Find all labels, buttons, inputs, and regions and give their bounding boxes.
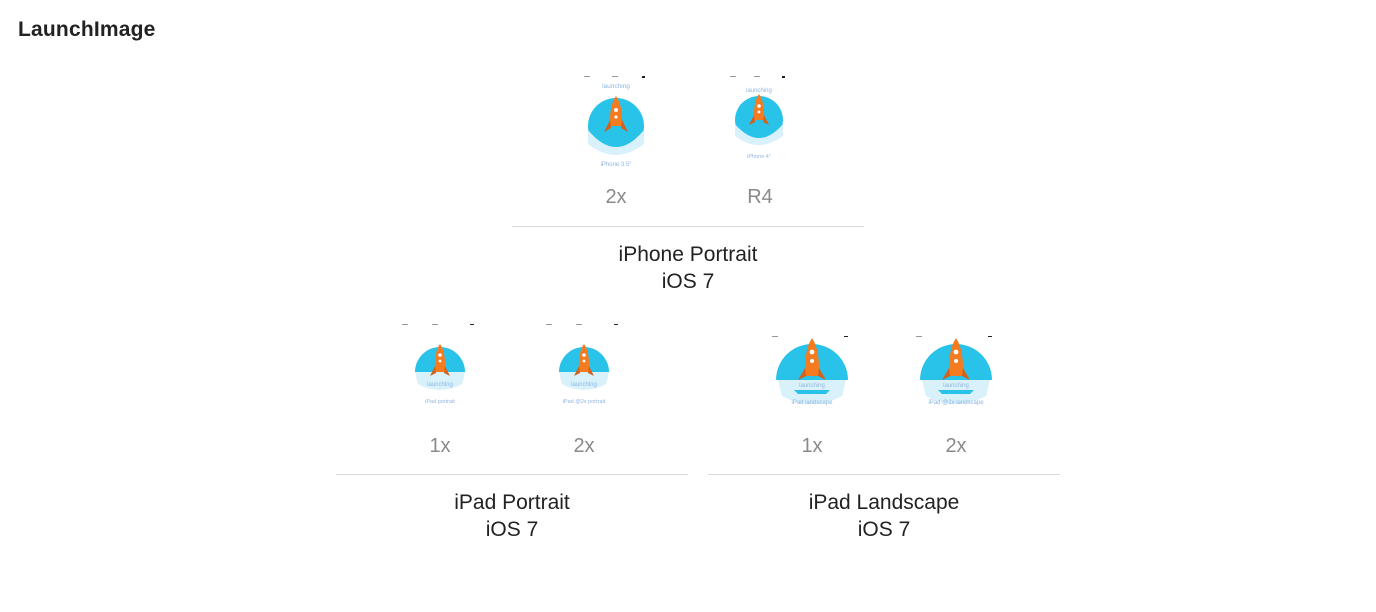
group-title-os: iOS 7 xyxy=(485,518,539,541)
page-title: LaunchImage xyxy=(18,18,156,41)
rocket-icon: launching iPhone 3.5" xyxy=(584,76,645,168)
thumb-caption: launching xyxy=(602,83,630,90)
group-divider xyxy=(708,474,1060,475)
thumb-footer: iPhone 3.5" xyxy=(601,162,632,168)
scale-label: 2x xyxy=(605,186,627,208)
scale-label: 1x xyxy=(429,435,451,457)
rocket-icon: launching iPad @2x portrait xyxy=(546,324,618,405)
thumb-footer: iPad portrait xyxy=(425,399,455,405)
thumb-caption: launching xyxy=(746,88,772,94)
launch-image-thumb-ipad-landscape-1x[interactable]: launching iPad landscape xyxy=(772,334,852,410)
group-title: iPhone Portrait iOS 7 xyxy=(512,241,864,295)
group-divider xyxy=(336,474,688,475)
scale-label: 1x xyxy=(801,435,823,457)
thumb-caption: launching xyxy=(799,383,825,389)
thumb-footer: iPad @2x portrait xyxy=(563,399,606,405)
scale-label: 2x xyxy=(573,435,595,457)
group-divider xyxy=(512,226,864,227)
group-title: iPad Portrait iOS 7 xyxy=(336,489,688,543)
thumb-caption: launching xyxy=(427,382,453,388)
group-title-device: iPad Portrait xyxy=(454,491,570,514)
group-title-os: iOS 7 xyxy=(857,518,911,541)
group-title: iPad Landscape iOS 7 xyxy=(708,489,1060,543)
scale-label: 2x xyxy=(945,435,967,457)
thumb-footer: iPad landscape xyxy=(791,400,833,406)
group-title-device: iPad Landscape xyxy=(808,491,960,514)
group-title-device: iPhone Portrait xyxy=(618,243,758,266)
launch-image-thumb-ipad-portrait-1x[interactable]: launching iPad portrait xyxy=(402,322,478,412)
rocket-icon: launching iPad @2x landscape xyxy=(916,336,992,406)
thumb-footer: iPhone 4" xyxy=(747,154,771,160)
thumb-caption: launching xyxy=(571,382,597,388)
launch-image-thumb-ipad-landscape-2x[interactable]: launching iPad @2x landscape xyxy=(916,334,996,410)
launch-image-thumb-ipad-portrait-2x[interactable]: launching iPad @2x portrait xyxy=(546,322,622,412)
group-title-os: iOS 7 xyxy=(661,270,715,293)
thumb-footer: iPad @2x landscape xyxy=(928,400,984,406)
thumb-caption: launching xyxy=(943,383,969,389)
rocket-icon: launching iPad landscape xyxy=(772,336,848,406)
launch-image-thumb-iphone-2x[interactable]: launching iPhone 3.5" xyxy=(584,74,648,172)
rocket-icon: launching iPhone 4" xyxy=(730,76,785,160)
scale-label: R4 xyxy=(747,186,773,208)
launch-image-thumb-iphone-r4[interactable]: launching iPhone 4" xyxy=(730,74,788,166)
rocket-icon: launching iPad portrait xyxy=(402,324,474,405)
